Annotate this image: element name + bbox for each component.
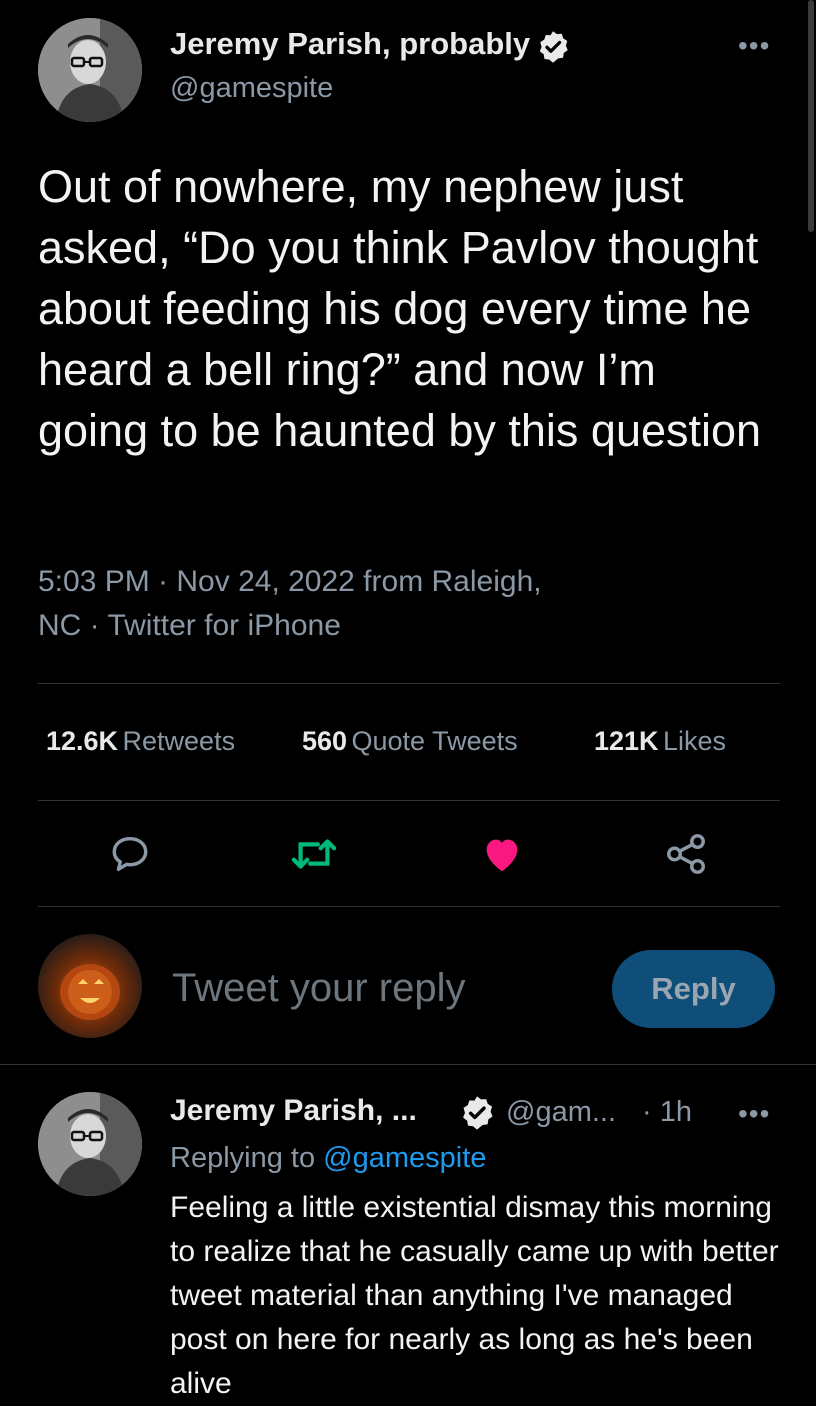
reply-text: Feeling a little existential dismay this… (170, 1191, 779, 1400)
retweets-count: 12.6K (46, 726, 119, 756)
likes-stat[interactable]: 121K Likes (594, 726, 726, 757)
share-icon (667, 834, 705, 874)
reply-timestamp[interactable]: · 1h (642, 1096, 692, 1129)
retweets-label: Retweets (122, 726, 236, 756)
divider (38, 683, 780, 684)
quote-tweets-stat[interactable]: 560 Quote Tweets (302, 726, 518, 757)
retweets-stat[interactable]: 12.6K Retweets (46, 726, 235, 757)
retweet-icon (291, 839, 337, 869)
replying-to-label: Replying to (170, 1142, 316, 1174)
share-button-icon[interactable] (654, 822, 718, 886)
tweet-source[interactable]: NC · Twitter for iPhone (38, 604, 341, 648)
reply-author-avatar[interactable] (38, 1092, 142, 1196)
reply-button-icon[interactable] (98, 822, 162, 886)
person-photo-icon (38, 18, 142, 122)
person-photo-icon (38, 1092, 142, 1196)
reply-author-handle[interactable]: @gam... (506, 1096, 616, 1129)
author-avatar[interactable] (38, 18, 142, 122)
like-button-icon[interactable] (470, 822, 534, 886)
reply-input[interactable]: Tweet your reply (172, 966, 592, 1011)
quote-tweets-count: 560 (302, 726, 348, 756)
jack-o-lantern-icon (60, 964, 120, 1020)
divider (38, 800, 780, 801)
divider (0, 1064, 816, 1065)
tweet-timestamp[interactable]: 5:03 PM · Nov 24, 2022 from Raleigh, (38, 560, 542, 604)
replying-to: Replying to @gamespite (170, 1142, 486, 1175)
author-handle[interactable]: @gamespite (170, 72, 333, 105)
reply-more-options-icon[interactable]: ••• (738, 1098, 770, 1130)
replying-to-handle-link[interactable]: @gamespite (323, 1142, 486, 1174)
scrollbar[interactable] (808, 0, 814, 232)
reply-author-name[interactable]: Jeremy Parish, ... (170, 1094, 417, 1127)
verified-badge-icon (535, 29, 571, 70)
tweet-text: Out of nowhere, my nephew just asked, “D… (38, 161, 762, 456)
author-name[interactable]: Jeremy Parish, probably (170, 26, 530, 61)
likes-label: Likes (663, 726, 727, 756)
quote-tweets-label: Quote Tweets (351, 726, 518, 756)
reply-icon (112, 836, 148, 872)
divider (38, 906, 780, 907)
verified-badge-icon (458, 1094, 496, 1137)
likes-count: 121K (594, 726, 659, 756)
retweet-button-icon[interactable] (282, 822, 346, 886)
more-options-icon[interactable]: ••• (738, 30, 770, 62)
like-icon (486, 839, 518, 872)
user-avatar[interactable] (38, 934, 142, 1038)
reply-button[interactable]: Reply (612, 950, 775, 1028)
